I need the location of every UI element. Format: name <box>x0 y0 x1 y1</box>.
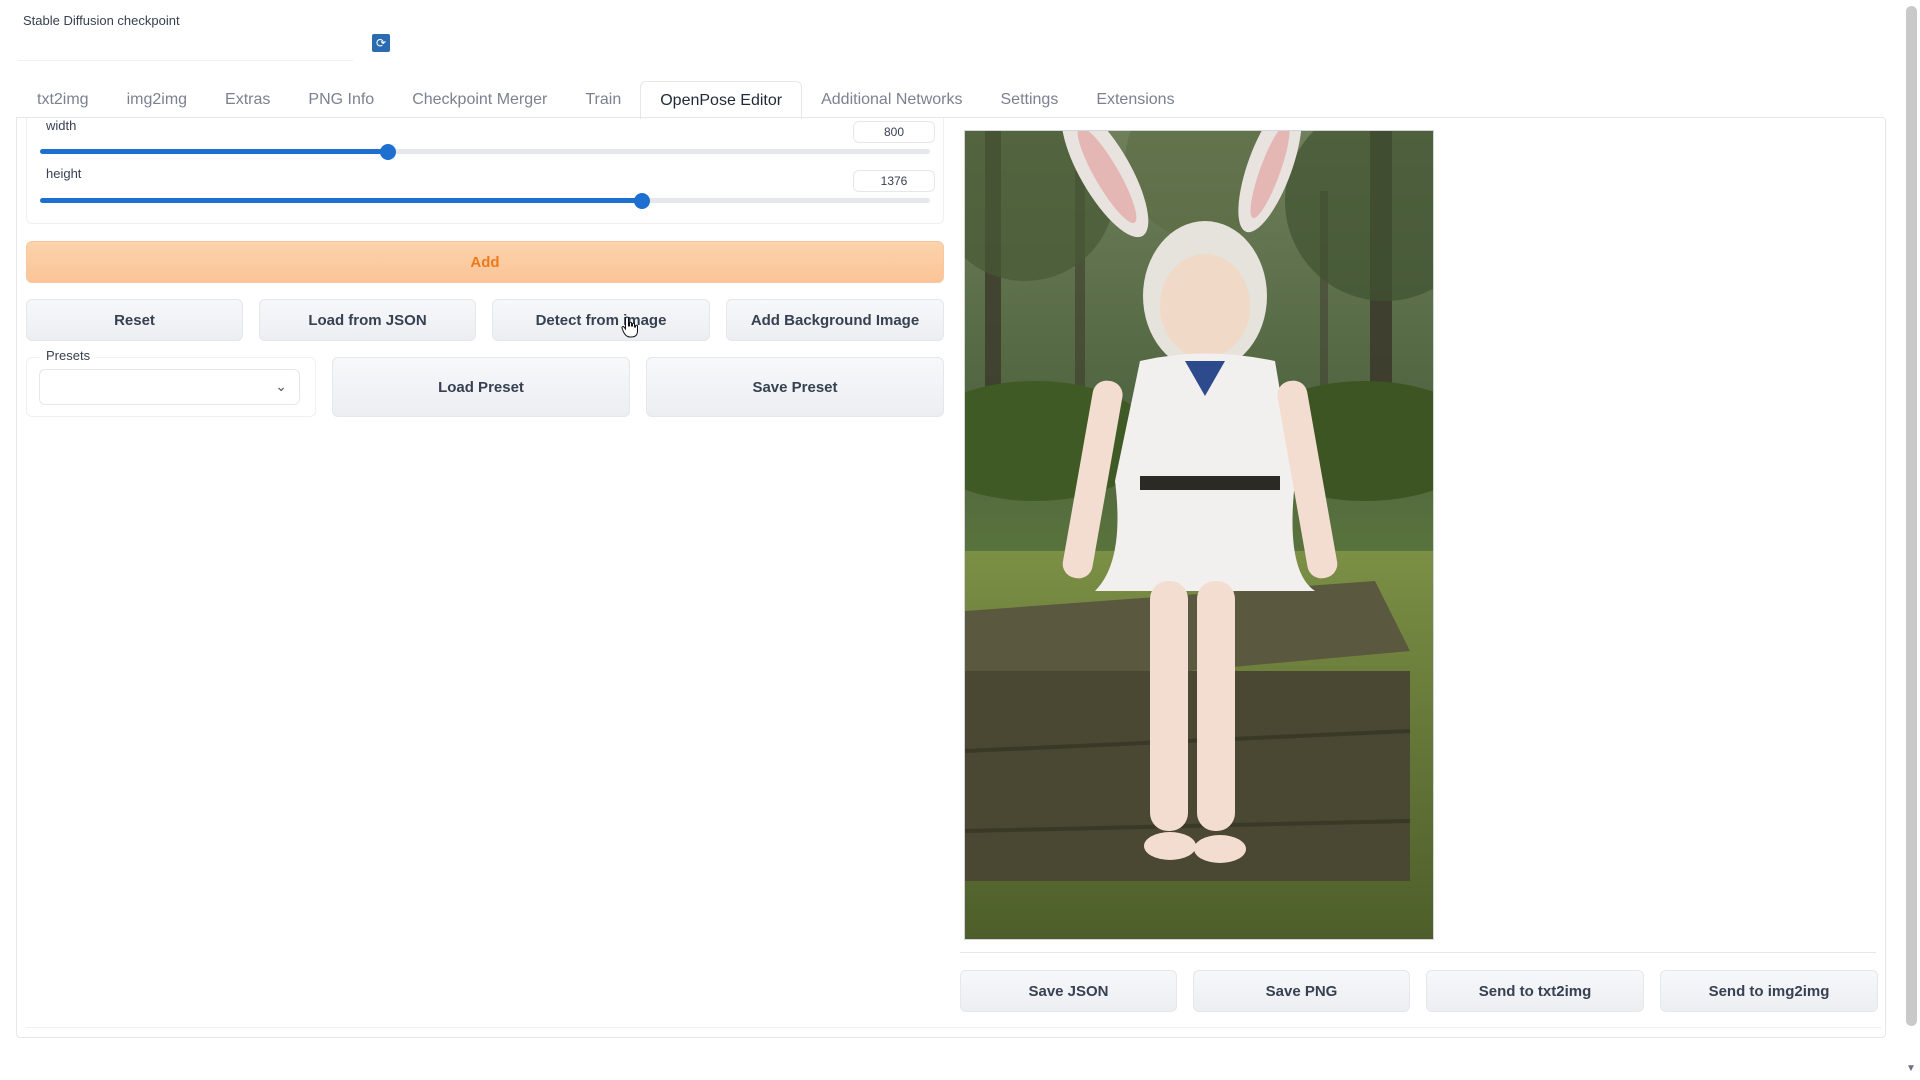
height-slider-thumb[interactable] <box>634 193 650 209</box>
tab-checkpoint-merger[interactable]: Checkpoint Merger <box>393 82 566 118</box>
tab-settings[interactable]: Settings <box>982 82 1078 118</box>
refresh-checkpoint-button[interactable]: ⟳ <box>372 34 390 52</box>
presets-dropdown[interactable]: ⌄ <box>39 369 300 405</box>
tab-extensions[interactable]: Extensions <box>1077 82 1193 118</box>
load-preset-button[interactable]: Load Preset <box>332 357 630 417</box>
panel-divider <box>26 1027 1881 1028</box>
add-button[interactable]: Add <box>26 241 944 283</box>
tab-txt2img[interactable]: txt2img <box>18 82 108 118</box>
save-json-button[interactable]: Save JSON <box>960 970 1177 1012</box>
save-png-button[interactable]: Save PNG <box>1193 970 1410 1012</box>
background-illustration <box>965 131 1434 940</box>
width-number-input[interactable]: 800 <box>853 121 935 143</box>
divider <box>960 952 1876 953</box>
width-slider-fill <box>40 149 387 154</box>
send-to-img2img-button[interactable]: Send to img2img <box>1660 970 1878 1012</box>
height-label: height <box>40 166 87 181</box>
save-preset-button[interactable]: Save Preset <box>646 357 944 417</box>
load-from-json-button[interactable]: Load from JSON <box>259 299 476 341</box>
checkpoint-select[interactable] <box>18 34 353 61</box>
tab-png-info[interactable]: PNG Info <box>289 82 393 118</box>
tab-openpose-editor[interactable]: OpenPose Editor <box>640 81 802 119</box>
tab-additional-networks[interactable]: Additional Networks <box>802 82 981 118</box>
scrollbar-thumb[interactable] <box>1906 6 1917 1026</box>
reset-button[interactable]: Reset <box>26 299 243 341</box>
height-slider-fill <box>40 198 641 203</box>
refresh-icon: ⟳ <box>376 37 386 49</box>
detect-from-image-button[interactable]: Detect from image <box>492 299 710 341</box>
send-to-txt2img-button[interactable]: Send to txt2img <box>1426 970 1644 1012</box>
size-sliders-group <box>26 118 944 224</box>
hand-cursor-icon <box>621 316 639 343</box>
tab-img2img[interactable]: img2img <box>108 82 206 118</box>
presets-label: Presets <box>40 348 96 363</box>
tab-bar: txt2img img2img Extras PNG Info Checkpoi… <box>18 80 1194 118</box>
scroll-down-arrow-icon[interactable]: ▼ <box>1906 1063 1916 1074</box>
tab-train[interactable]: Train <box>566 82 640 118</box>
width-slider-track[interactable] <box>40 149 930 154</box>
add-background-image-button[interactable]: Add Background Image <box>726 299 944 341</box>
height-number-input[interactable]: 1376 <box>853 170 935 192</box>
checkpoint-label: Stable Diffusion checkpoint <box>23 13 180 28</box>
width-label: width <box>40 118 82 133</box>
openpose-canvas-image[interactable] <box>964 130 1434 940</box>
width-slider-thumb[interactable] <box>380 144 396 160</box>
height-slider-track[interactable] <box>40 198 930 203</box>
tab-extras[interactable]: Extras <box>206 82 289 118</box>
chevron-down-icon: ⌄ <box>275 378 287 395</box>
